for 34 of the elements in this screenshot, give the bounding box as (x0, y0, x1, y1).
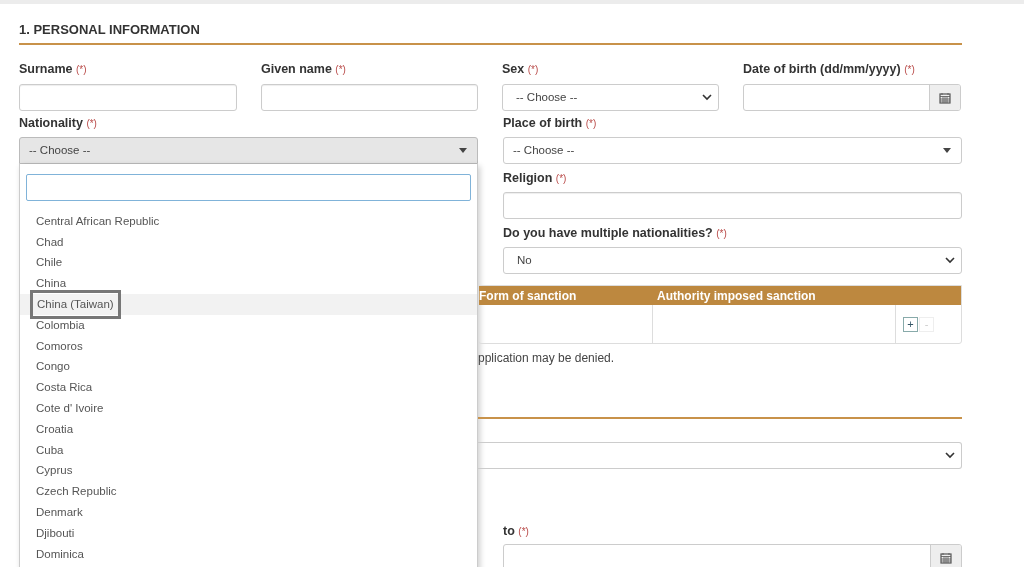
dropdown-option[interactable]: Cote d' Ivoire (20, 398, 477, 419)
field-label: Do you have multiple nationalities? (*) (503, 226, 728, 241)
field-label: Given name (*) (261, 62, 347, 77)
select-field[interactable]: -- Choose -- (502, 84, 719, 111)
dropdown-option[interactable]: Dominica (20, 543, 477, 565)
field-label: Religion (*) (503, 171, 568, 186)
dropdown-option[interactable]: China (20, 273, 477, 295)
field-label: to (*) (503, 524, 530, 539)
select-field[interactable]: -- Choose -- (19, 137, 478, 164)
column-header: Authority imposed sanction (656, 287, 817, 305)
dropdown-option[interactable]: Central African Republic (20, 211, 477, 232)
field-label: Date of birth (dd/mm/yyyy) (*) (743, 62, 916, 77)
dropdown-option[interactable]: Denmark (20, 502, 477, 523)
add-button[interactable]: + (903, 316, 918, 332)
section-heading: 1. PERSONAL INFORMATION (19, 23, 201, 37)
dropdown-option[interactable]: Czech Republic (20, 481, 477, 503)
dropdown-option[interactable]: Chad (20, 231, 477, 253)
dropdown-option[interactable]: Cyprus (20, 460, 477, 482)
dropdown-option[interactable]: Costa Rica (20, 377, 477, 399)
dropdown-option[interactable]: Congo (20, 356, 477, 378)
select-field[interactable]: No (503, 247, 962, 274)
dropdown-option[interactable]: Comoros (20, 335, 477, 357)
note-text: pplication may be denied. (478, 351, 616, 365)
field-label: Sex (*) (502, 62, 540, 77)
column-header: Form of sanction (479, 287, 578, 305)
dropdown-option[interactable]: Djibouti (20, 522, 477, 544)
select-field[interactable]: -- Choose -- (503, 137, 962, 164)
field-label: Surname (*) (19, 62, 88, 77)
field-label: Place of birth (*) (503, 116, 598, 131)
dropdown-option[interactable]: Colombia (20, 315, 477, 336)
field-label: Nationality (*) (19, 116, 98, 131)
dropdown-option[interactable]: Chile (20, 252, 477, 274)
dropdown-option[interactable]: Croatia (20, 418, 477, 440)
dropdown-option[interactable]: Cuba (20, 439, 477, 461)
